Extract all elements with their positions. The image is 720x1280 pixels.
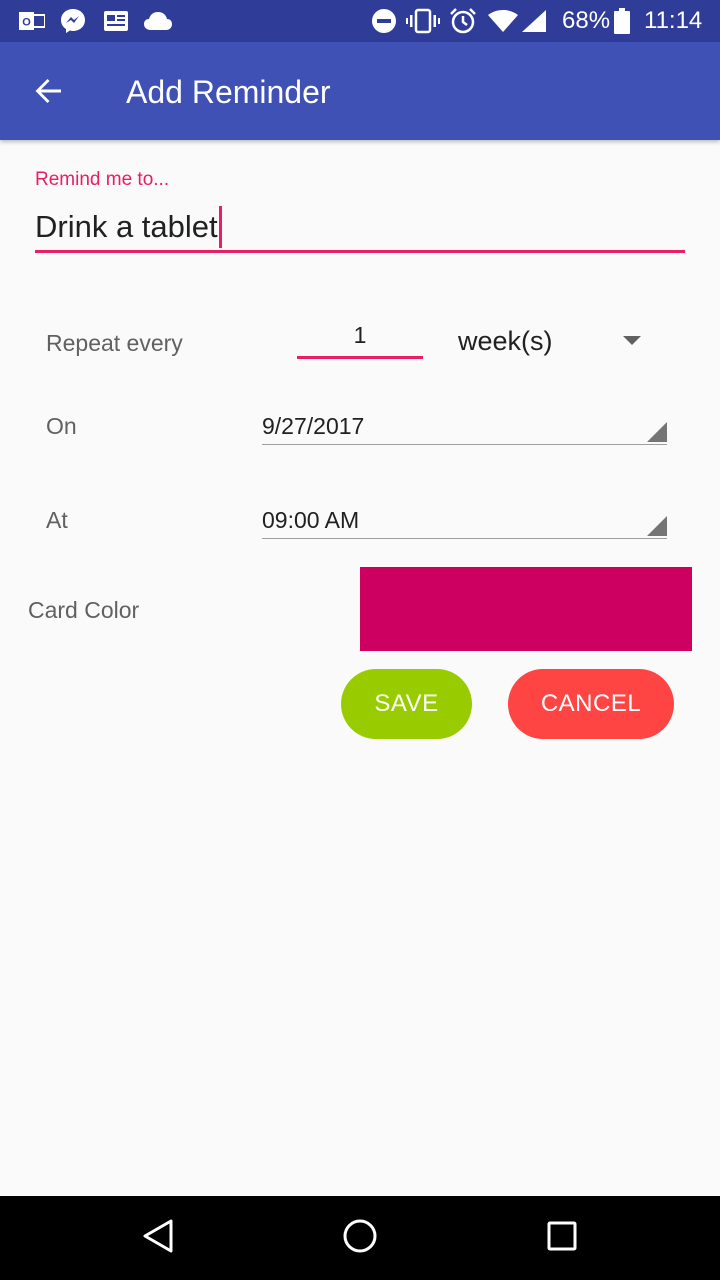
arrow-back-icon — [33, 75, 65, 112]
nav-recents-icon — [546, 1220, 578, 1257]
back-button[interactable] — [22, 66, 76, 120]
do-not-disturb-icon — [370, 7, 398, 35]
date-value: 9/27/2017 — [262, 413, 365, 439]
reminder-title-input[interactable]: Drink a tablet — [35, 206, 222, 248]
save-button[interactable]: SAVE — [341, 669, 472, 739]
reminder-title-value: Drink a tablet — [35, 209, 218, 244]
svg-text:O: O — [22, 17, 31, 29]
repeat-unit-dropdown[interactable]: week(s) — [458, 322, 648, 362]
outlook-icon: O — [18, 7, 46, 35]
card-color-swatch[interactable] — [360, 567, 692, 651]
nav-back-button[interactable] — [128, 1208, 188, 1268]
nav-recents-button[interactable] — [532, 1208, 592, 1268]
app-bar: Add Reminder — [0, 42, 720, 140]
cloud-icon — [142, 7, 174, 35]
reminder-title-label: Remind me to... — [35, 169, 170, 190]
nav-home-button[interactable] — [330, 1208, 390, 1268]
repeat-interval-input[interactable]: 1 — [297, 320, 423, 350]
vibrate-icon — [406, 7, 440, 35]
battery-icon — [612, 7, 632, 35]
dropdown-arrow-icon — [623, 336, 641, 345]
clock: 11:14 — [644, 7, 703, 34]
date-label: On — [46, 413, 77, 439]
date-picker[interactable]: 9/27/2017 — [262, 411, 667, 445]
repeat-interval-underline — [297, 356, 423, 359]
navigation-bar — [0, 1196, 720, 1280]
wifi-icon — [486, 7, 520, 35]
repeat-label: Repeat every — [46, 330, 183, 356]
time-label: At — [46, 507, 68, 533]
alarm-icon — [448, 7, 478, 35]
page-title: Add Reminder — [126, 74, 331, 110]
card-color-label: Card Color — [28, 597, 140, 623]
reminder-title-underline — [35, 250, 685, 253]
cell-signal-icon — [520, 7, 548, 35]
time-value: 09:00 AM — [262, 507, 360, 533]
status-bar: O 68% 11:14 — [0, 0, 720, 42]
news-icon — [102, 7, 130, 35]
nav-back-icon — [141, 1218, 175, 1259]
spinner-corner-icon — [647, 422, 667, 442]
battery-percent: 68% — [562, 7, 611, 34]
repeat-unit-value: week(s) — [458, 326, 553, 356]
messenger-icon — [58, 7, 88, 35]
spinner-corner-icon — [647, 516, 667, 536]
cancel-button[interactable]: CANCEL — [508, 669, 674, 739]
text-cursor — [218, 206, 222, 248]
time-picker[interactable]: 09:00 AM — [262, 505, 667, 539]
nav-home-icon — [342, 1218, 378, 1259]
